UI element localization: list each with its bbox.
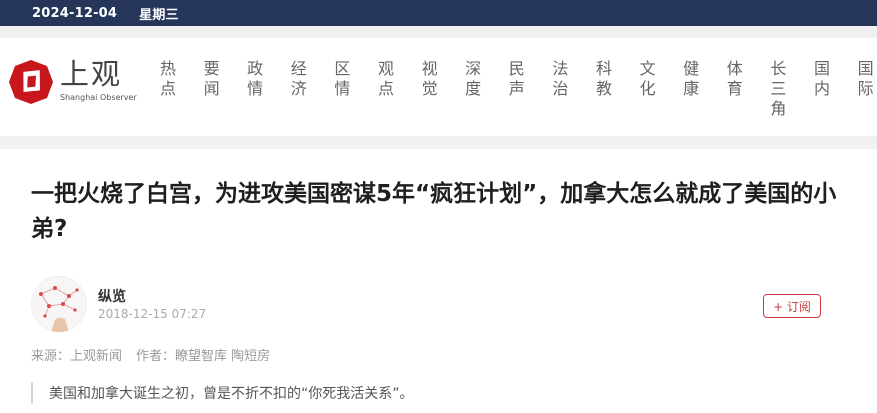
publish-time: 2018-12-15 07:27	[98, 307, 207, 321]
nav-item[interactable]: 视觉	[420, 59, 440, 99]
current-date: 2024-12-04	[32, 5, 118, 21]
nav-item[interactable]: 体育	[725, 59, 745, 99]
subscribe-button[interactable]: + 订阅	[763, 294, 821, 318]
article-title: 一把火烧了白宫，为进攻美国密谋5年“疯狂计划”，加拿大怎么就成了美国的小弟?	[31, 181, 837, 242]
nav-item[interactable]: 经济	[289, 59, 309, 99]
avatar-network-icon	[39, 286, 79, 332]
logo-chinese: 上观	[60, 57, 123, 91]
nav-item[interactable]: 国内	[812, 59, 832, 99]
nav-item[interactable]: 深度	[463, 59, 483, 99]
author-avatar[interactable]	[31, 276, 87, 332]
nav-item[interactable]: 文化	[638, 59, 658, 99]
current-weekday: 星期三	[139, 7, 179, 23]
logo-english: Shanghai Observer	[60, 93, 137, 102]
article-meta: 来源：上观新闻 作者：瞭望智库 陶短房	[31, 345, 270, 364]
article-lead: 美国和加拿大诞生之初，曾是不折不扣的“你死我活关系”。	[31, 382, 414, 404]
spacer	[0, 26, 877, 38]
site-header: 上观 Shanghai Observer 热点 要闻 政情 经济 区情 观点 视觉 深度 民声法…	[0, 38, 877, 136]
logo-mark-icon	[9, 60, 53, 104]
nav-item[interactable]: 国际	[856, 59, 876, 99]
article-writer: 作者：瞭望智库 陶短房	[136, 349, 271, 364]
main-nav: 热点 要闻 政情 经济 区情 观点 视觉 深度 民声 法治 科教 文化 健康 体育 长三角 国内 国际	[158, 59, 877, 139]
top-bar: 2024-12-04 星期三	[0, 0, 877, 26]
site-logo[interactable]: 上观 Shanghai Observer	[8, 57, 137, 105]
nav-item[interactable]: 健康	[681, 59, 701, 99]
nav-item[interactable]: 热点	[158, 59, 178, 99]
article-source: 来源：上观新闻	[31, 349, 123, 364]
nav-item[interactable]: 法治	[550, 59, 570, 99]
nav-item[interactable]: 科教	[594, 59, 614, 99]
nav-item[interactable]: 要闻	[202, 59, 222, 99]
nav-item[interactable]: 观点	[376, 59, 396, 99]
nav-item[interactable]: 区情	[332, 59, 352, 99]
author-name[interactable]: 纵览	[98, 286, 126, 306]
nav-item[interactable]: 政情	[245, 59, 265, 99]
author-row: 纵览 2018-12-15 07:27 + 订阅	[31, 276, 821, 332]
nav-item[interactable]: 民声	[507, 59, 527, 99]
nav-item[interactable]: 长三角	[768, 59, 788, 119]
